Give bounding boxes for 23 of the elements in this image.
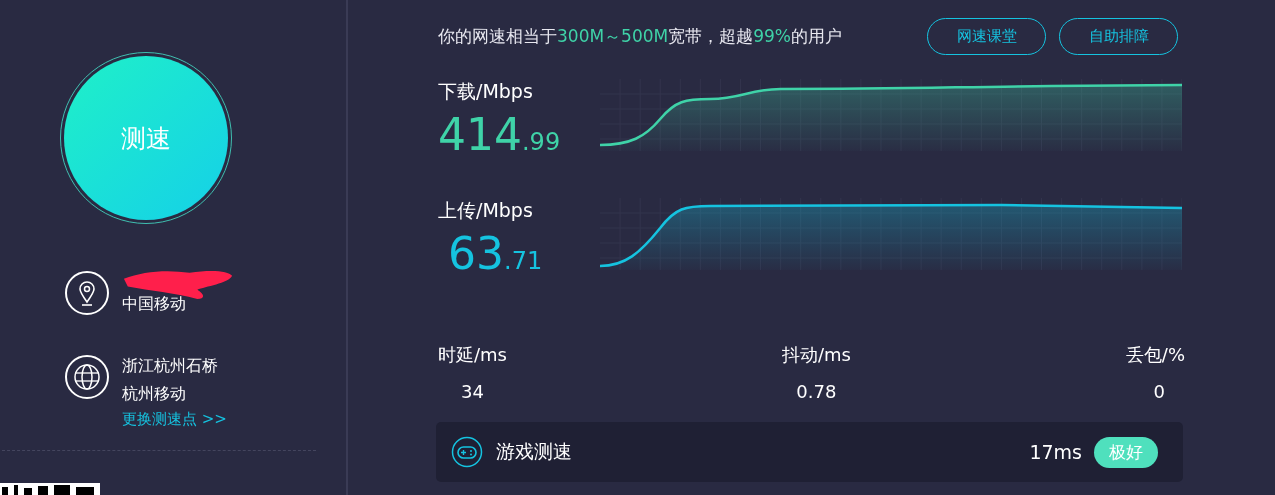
speed-label: 下载/Mbps [438, 79, 534, 104]
speed-value: 63.71 [447, 228, 544, 279]
globe-icon [64, 354, 110, 400]
stat-label: 时延/ms [438, 343, 507, 367]
server-location: 杭州移动 [122, 383, 187, 405]
speed-label: 上传/Mbps [438, 198, 534, 223]
speed-summary: 你的网速相当于300M～500M宽带，超越99%的用户 [438, 25, 843, 48]
change-server-link[interactable]: 更换测速点 >> [122, 408, 227, 430]
isp-name: 中国移动 [122, 293, 187, 315]
location-pin-icon [64, 270, 110, 316]
game-latency: 17ms [1029, 441, 1082, 463]
stat-label: 丢包/% [1125, 343, 1185, 367]
speed-value: 414.99 [438, 109, 562, 160]
stat-value: 34 [461, 381, 484, 402]
game-test-bar[interactable]: 游戏测速 17ms 极好 [436, 422, 1183, 482]
server-location: 浙江杭州石桥 [122, 355, 219, 377]
qr-code-icon [0, 483, 100, 495]
gamepad-icon [451, 436, 483, 468]
game-test-label: 游戏测速 [496, 439, 573, 464]
stat-value: 0 [1153, 381, 1166, 402]
rating-badge: 极好 [1094, 436, 1158, 468]
stat-label: 抖动/ms [781, 343, 851, 367]
stat-value: 0.78 [796, 381, 837, 402]
